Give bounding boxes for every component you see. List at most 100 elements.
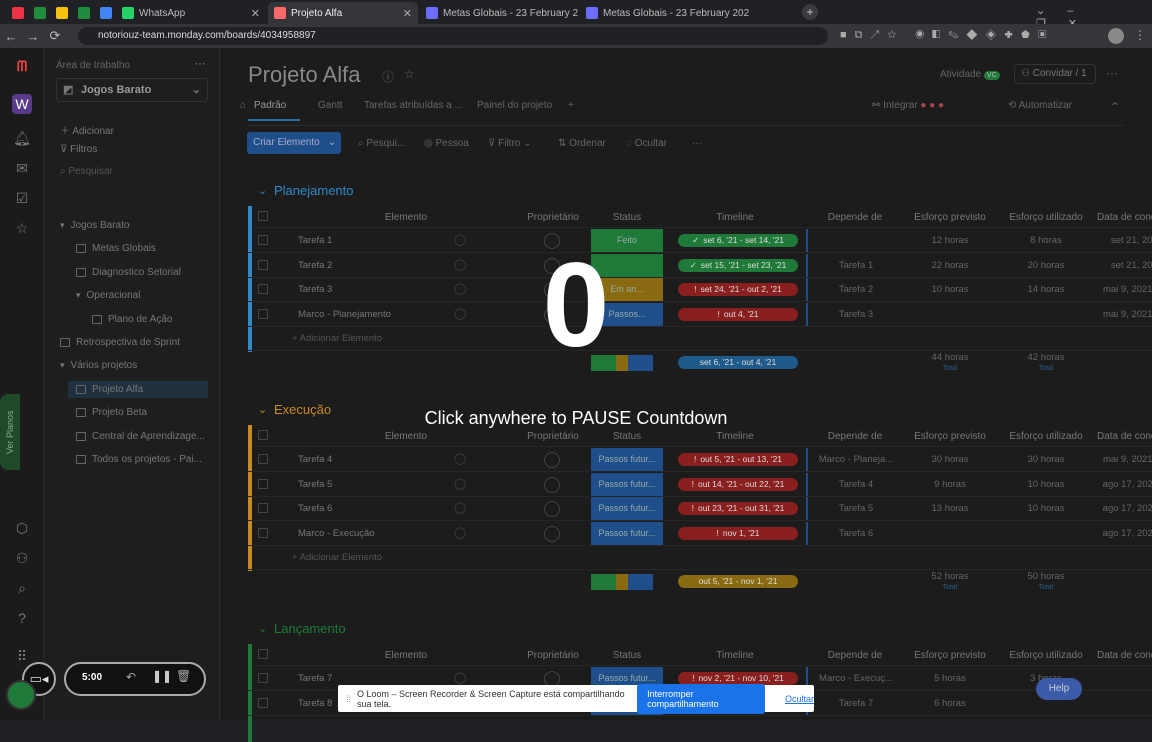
row-checkbox[interactable] — [258, 478, 268, 489]
browser-tab[interactable] — [94, 2, 114, 24]
comment-icon[interactable]: ◯ — [454, 452, 466, 465]
person-filter-button[interactable]: ◎ Pessoa — [424, 138, 469, 149]
estimated-effort[interactable]: 13 horas — [904, 497, 996, 520]
collapse-header-icon[interactable]: ⌃ — [1110, 100, 1120, 114]
extension-icons[interactable]: ■⧉↗☆ ◉◧✎◆◈✚⬟▣ — [840, 29, 1054, 42]
row-checkbox[interactable] — [258, 527, 268, 538]
estimated-effort[interactable]: 9 horas — [904, 473, 996, 496]
filters-button[interactable]: ⊽ Filtros — [60, 144, 97, 155]
dependency-cell[interactable]: Tarefa 5 — [806, 497, 904, 520]
column-header[interactable]: Depende de — [806, 206, 904, 229]
grid-icon[interactable]: ⠿ — [12, 646, 32, 666]
timeline-pill[interactable]: ! nov 1, '21 — [678, 526, 798, 540]
reload-icon[interactable]: ⟳ — [44, 28, 66, 44]
column-header[interactable]: Proprietário — [520, 644, 586, 667]
estimated-effort[interactable]: 6 horas — [904, 692, 996, 715]
item-name[interactable]: Tarefa 4 — [298, 448, 448, 471]
table-row[interactable]: Tarefa 4 ◯ Passos futur...! out 5, '21 - ou… — [248, 448, 1152, 472]
select-all-checkbox[interactable] — [258, 211, 268, 221]
comment-icon[interactable]: ◯ — [454, 501, 466, 514]
completion-date[interactable]: mai 9, 2021, 0... — [1092, 448, 1152, 471]
status-cell[interactable]: Passos futur... — [591, 497, 663, 520]
used-effort[interactable]: 10 horas — [1000, 473, 1092, 496]
browser-tab[interactable] — [50, 2, 70, 24]
column-header[interactable]: Timeline — [668, 206, 802, 229]
estimated-effort[interactable] — [904, 522, 996, 545]
countdown-number[interactable]: 0 — [0, 240, 1152, 370]
close-tab-icon[interactable]: ✕ — [251, 7, 260, 20]
view-tab[interactable]: Gantt — [318, 100, 342, 111]
completion-date[interactable]: ago 17, 2021, ... — [1092, 522, 1152, 545]
user-avatar[interactable] — [6, 680, 36, 710]
close-tab-icon[interactable]: ✕ — [403, 7, 412, 20]
stop-sharing-button[interactable]: Interromper compartilhamento — [637, 683, 765, 714]
monday-logo-icon[interactable]: ᗰ — [12, 56, 32, 76]
comment-icon[interactable]: ◯ — [454, 671, 466, 684]
timeline-pill[interactable]: ! out 14, '21 - out 22, '21 — [678, 477, 798, 491]
profile-avatar[interactable] — [1108, 28, 1124, 44]
owner-avatar-icon[interactable] — [544, 525, 560, 542]
group-title[interactable]: Lançamento — [274, 621, 346, 636]
trash-icon[interactable]: 🗑︎ — [176, 669, 191, 683]
column-header[interactable]: Elemento — [292, 644, 520, 667]
back-icon[interactable]: ← — [0, 29, 22, 44]
column-header[interactable]: Status — [591, 644, 663, 667]
column-header[interactable]: Esforço previsto — [904, 644, 996, 667]
row-checkbox[interactable] — [258, 503, 268, 513]
item-name[interactable]: Tarefa 6 — [298, 497, 448, 520]
dependency-cell[interactable]: Tarefa 7 — [806, 691, 904, 715]
column-header[interactable]: Esforço previsto — [904, 206, 996, 229]
used-effort[interactable]: 30 horas — [1000, 448, 1092, 471]
owner-avatar-icon[interactable] — [544, 501, 560, 517]
activity-button[interactable]: Atividade VC — [940, 69, 1000, 80]
row-checkbox[interactable] — [258, 673, 268, 683]
owner-avatar-icon[interactable] — [544, 452, 560, 468]
view-tab[interactable]: Painel do projeto — [477, 100, 552, 111]
completion-date[interactable]: ago 17, 2021, ... — [1092, 473, 1152, 496]
column-header[interactable]: Data de conclus... — [1092, 206, 1152, 229]
tree-item[interactable]: Todos os projetos - Pai... — [76, 454, 202, 465]
apps-icon[interactable]: ⬡ — [12, 518, 32, 538]
comment-icon[interactable]: ◯ — [454, 526, 466, 539]
owner-avatar-icon[interactable] — [544, 476, 560, 493]
integrate-button[interactable]: ⚯ Integrar ● ● ● — [872, 100, 944, 111]
dependency-cell[interactable]: Tarefa 6 — [806, 521, 904, 545]
create-item-button[interactable]: Criar Elemento ⌄ — [247, 132, 341, 154]
add-item-text[interactable]: + Adicionar Elemento — [292, 546, 442, 569]
search-icon[interactable]: ⌕ — [12, 578, 32, 598]
dependency-cell[interactable]: Marco - Planeja... — [806, 448, 904, 471]
help-button[interactable]: Help — [1036, 678, 1082, 700]
add-item-row[interactable]: + Adicionar Elemento — [248, 546, 1152, 570]
used-effort[interactable] — [1000, 522, 1092, 545]
calendar-icon[interactable]: ☑ — [12, 188, 32, 208]
board-menu-icon[interactable]: ··· — [1106, 66, 1118, 80]
view-tab[interactable]: Tarefas atribuídas a ... — [364, 100, 463, 111]
tree-item[interactable]: Central de Aprendizage... — [76, 431, 205, 442]
invite-icon[interactable]: ⚇ — [12, 548, 32, 568]
table-row[interactable]: Tarefa 5 ◯ Passos futur...! out 14, '21 - o… — [248, 472, 1152, 497]
column-header[interactable]: Data de conclus... — [1092, 644, 1152, 667]
estimated-effort[interactable]: 5 horas — [904, 667, 996, 690]
select-all-checkbox[interactable] — [258, 430, 268, 440]
undo-icon[interactable]: ↶ — [126, 670, 136, 684]
help-icon[interactable]: ? — [12, 608, 32, 628]
browser-tab[interactable]: WhatsApp ✕ — [116, 2, 266, 24]
plans-side-tab[interactable]: Ver Planos — [0, 394, 20, 470]
browser-tab[interactable]: Metas Globais - 23 February 202...✕ — [420, 2, 578, 24]
star-icon[interactable]: ☆ — [404, 67, 415, 81]
view-tab[interactable]: Padrão — [254, 100, 286, 111]
dependency-cell[interactable]: Tarefa 4 — [806, 472, 904, 496]
row-checkbox[interactable] — [258, 454, 268, 464]
comment-icon[interactable]: ◯ — [454, 477, 466, 490]
estimated-effort[interactable]: 30 horas — [904, 448, 996, 471]
column-header[interactable]: Esforço utilizado — [1000, 206, 1092, 229]
browser-tab[interactable] — [72, 2, 92, 24]
search-board-button[interactable]: ⌕ Pesqui... — [358, 138, 405, 149]
column-header[interactable]: Depende de — [806, 644, 904, 667]
timeline-pill[interactable]: ! out 23, '21 - out 31, '21 — [678, 502, 798, 515]
table-row[interactable]: Tarefa 6 ◯ Passos futur... ! out 23, '21 - o… — [248, 497, 1152, 521]
completion-date[interactable]: ago 17, 2021, ... — [1092, 497, 1152, 520]
tree-item[interactable]: ▾ Jogos Barato — [60, 220, 129, 231]
inbox-icon[interactable]: ✉ — [12, 158, 32, 178]
column-header[interactable]: Status — [591, 206, 663, 229]
